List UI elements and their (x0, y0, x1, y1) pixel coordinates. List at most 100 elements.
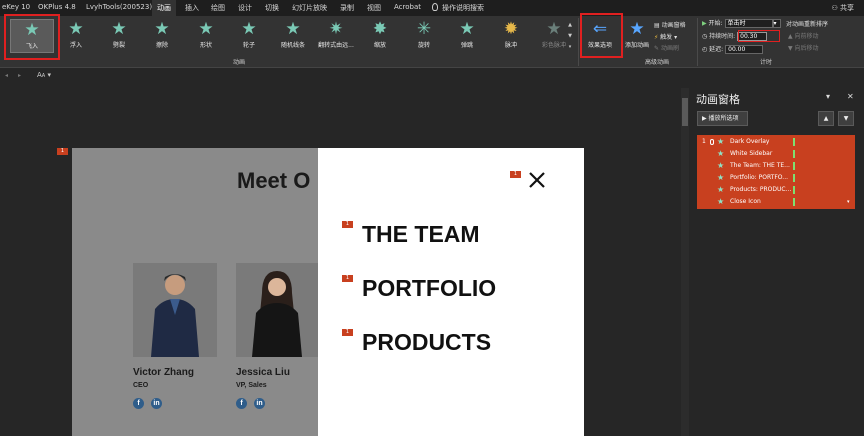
fly-in-star-icon: ★ (717, 149, 725, 158)
effect-grow-turn[interactable]: ✷ 翻转式由远... (314, 19, 358, 53)
item-label: White Sidebar (730, 150, 773, 157)
slide-canvas[interactable]: Meet O Victor Zhang CEO f in Jessica Liu… (72, 148, 584, 436)
animation-item[interactable]: ★ Products: PRODUC... (697, 184, 855, 196)
effect-label: 弹跳 (460, 42, 473, 49)
item-label: Close Icon (730, 198, 761, 205)
menu-products[interactable]: PRODUCTS (362, 329, 491, 356)
animation-pane-button[interactable]: ▤ 动画窗格 (654, 20, 686, 29)
item-expand-icon[interactable]: ▾ (847, 196, 850, 208)
facebook-icon[interactable]: f (236, 398, 247, 409)
animation-item[interactable]: ★ The Team: THE TE... (697, 160, 855, 172)
linkedin-icon[interactable]: in (151, 398, 162, 409)
effect-label: 形状 (199, 42, 212, 49)
effect-bounce[interactable]: ★ 弹跳 (445, 19, 489, 53)
tab-okplus[interactable]: OKPlus 4.8 (38, 3, 76, 11)
pane-menu-icon[interactable]: ▾ (826, 92, 830, 101)
move-up-button[interactable]: ▲ (818, 111, 834, 126)
timing-bar[interactable] (793, 150, 795, 158)
effect-label: 缩放 (373, 42, 386, 49)
tab-insert[interactable]: 插入 (185, 3, 199, 13)
linkedin-icon[interactable]: in (254, 398, 265, 409)
move-later-button[interactable]: ▼ 向后移动 (788, 43, 819, 52)
effect-label: 旋转 (417, 42, 430, 49)
effect-shape[interactable]: ★ 形状 (184, 19, 228, 53)
animation-painter-button[interactable]: ✎ 动画刷 (654, 43, 679, 52)
zoom-icon: ✸ (372, 19, 388, 39)
menu-portfolio[interactable]: PORTFOLIO (362, 275, 496, 302)
font-size-icon[interactable]: AA ▾ (37, 71, 51, 79)
animation-list[interactable]: 1 ★ Dark Overlay ★ White Sidebar ★ The Team:… (697, 135, 855, 209)
gallery-scroll[interactable]: ▲ ▼ ▾ (566, 20, 574, 53)
person-photo[interactable] (236, 263, 318, 357)
bounce-icon: ★ (459, 19, 475, 39)
share-button[interactable]: ⚇ 共享 (831, 3, 854, 13)
group-label-advanced: 高级动画 (645, 59, 670, 66)
float-in-icon: ★ (68, 19, 84, 39)
effect-pulse[interactable]: ✹ 脉冲 (489, 19, 533, 53)
delay-clock-icon: ◴ (702, 46, 708, 53)
effect-label: 劈裂 (112, 42, 125, 49)
indent-icon[interactable]: ◂ (5, 72, 8, 79)
effect-split[interactable]: ★ 劈裂 (97, 19, 141, 53)
pane-close-icon[interactable]: ✕ (847, 92, 854, 101)
fly-in-star-icon: ★ (717, 185, 725, 194)
tab-view[interactable]: 视图 (367, 3, 381, 13)
timing-bar[interactable] (793, 198, 795, 206)
tab-animation[interactable]: 动画 (152, 0, 176, 16)
timing-bar[interactable] (793, 186, 795, 194)
effect-wheel[interactable]: ★ 轮子 (227, 19, 271, 53)
facebook-icon[interactable]: f (133, 398, 144, 409)
move-later-label: 向后移动 (794, 45, 819, 52)
tab-transitions[interactable]: 切换 (265, 3, 279, 13)
lightning-icon: ⚡ (654, 34, 659, 41)
animation-item[interactable]: ★ Close Icon ▾ (697, 196, 855, 208)
delay-input[interactable]: 00.00 (725, 45, 764, 54)
effect-zoom[interactable]: ✸ 缩放 (358, 19, 402, 53)
outdent-icon[interactable]: ▸ (18, 72, 21, 79)
animation-item[interactable]: ★ White Sidebar (697, 148, 855, 160)
effect-float-in[interactable]: ★ 浮入 (54, 19, 98, 53)
tab-slideshow[interactable]: 幻灯片放映 (292, 3, 327, 13)
tell-me-search[interactable]: 操作说明搜索 (432, 3, 484, 13)
timing-bar[interactable] (793, 138, 795, 146)
pulse-icon: ✹ (503, 19, 519, 39)
effect-random-bars[interactable]: ★ 随机线条 (271, 19, 315, 53)
animation-item[interactable]: ★ Portfolio: PORTFO... (697, 172, 855, 184)
menu-the-team[interactable]: THE TEAM (362, 221, 480, 248)
timing-bar[interactable] (793, 162, 795, 170)
ribbon-tab-bar: eKey 10 OKPlus 4.8 LvyhTools(200523) 动画 … (0, 0, 864, 16)
pane-icon: ▤ (654, 22, 660, 29)
tab-record[interactable]: 录制 (340, 3, 354, 13)
tab-acrobat[interactable]: Acrobat (394, 3, 421, 11)
gallery-more-icon[interactable]: ▾ (566, 42, 574, 53)
start-select[interactable]: 单击时 (724, 19, 773, 28)
tab-design[interactable]: 设计 (238, 3, 252, 13)
timing-bar[interactable] (793, 174, 795, 182)
trigger-button[interactable]: ⚡ 触发 ▾ (654, 32, 677, 41)
slide-title[interactable]: Meet O (237, 168, 310, 194)
effect-swivel[interactable]: ✳ 旋转 (402, 19, 446, 53)
gallery-up-icon[interactable]: ▲ (566, 20, 574, 31)
animation-item[interactable]: 1 ★ Dark Overlay (697, 136, 855, 148)
effect-wipe[interactable]: ★ 擦除 (140, 19, 184, 53)
gallery-down-icon[interactable]: ▼ (566, 31, 574, 42)
move-down-button[interactable]: ▼ (838, 111, 854, 126)
add-animation-button[interactable]: ★ 添加动画 (620, 19, 654, 53)
delay-row: ◴ 延迟: 00.00 (702, 44, 764, 54)
ribbon-animations: ★ 飞入 ★ 浮入 ★ 劈裂 ★ 擦除 ★ 形状 ★ 轮子 ★ 随机线条 ✷ 翻转式由远... … (0, 16, 864, 68)
tab-lvyhtools[interactable]: LvyhTools(200523) (86, 3, 152, 11)
painter-label: 动画刷 (660, 45, 679, 52)
brush-icon: ✎ (654, 45, 660, 52)
person-illustration (133, 263, 217, 357)
tab-ekey[interactable]: eKey 10 (2, 3, 30, 11)
play-selected-button[interactable]: ▶ 播放所选项 (697, 111, 748, 126)
close-icon[interactable] (527, 170, 547, 190)
move-earlier-button[interactable]: ▲ 向前移动 (788, 31, 819, 40)
editor-scrollbar[interactable] (681, 88, 689, 436)
scrollbar-thumb[interactable] (682, 98, 688, 126)
start-row: ▶ 开始: 单击时 ▾ (702, 18, 781, 28)
tab-draw[interactable]: 绘图 (211, 3, 225, 13)
play-icon: ▶ (702, 115, 707, 122)
person-photo[interactable] (133, 263, 217, 357)
start-dropdown-icon[interactable]: ▾ (772, 19, 781, 28)
